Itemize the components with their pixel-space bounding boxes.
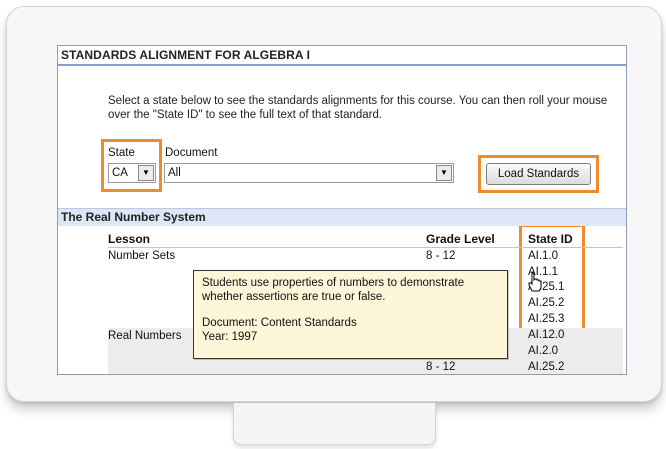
header-divider (108, 247, 623, 248)
document-select-value: All (168, 167, 181, 179)
section-header: The Real Number System (58, 208, 626, 226)
monitor-stand (233, 403, 436, 445)
tooltip-text-line: Students use properties of numbers to de… (202, 277, 465, 289)
lesson-cell[interactable]: Number Sets (108, 250, 175, 262)
state-id-link[interactable]: AI.1.0 (528, 250, 558, 262)
intro-text: Select a state below to see the standard… (108, 95, 608, 121)
grade-cell: 8 - 12 (426, 250, 456, 262)
standard-tooltip: Students use properties of numbers to de… (193, 270, 508, 359)
document-label: Document (165, 147, 218, 159)
stage: STANDARDS ALIGNMENT FOR ALGEBRA I Select… (0, 0, 666, 449)
lesson-cell[interactable]: Real Numbers (108, 330, 182, 342)
monitor-frame: STANDARDS ALIGNMENT FOR ALGEBRA I Select… (6, 6, 662, 402)
state-id-link[interactable]: AI.25.2 (528, 361, 564, 373)
state-id-header: State ID (528, 232, 573, 246)
state-id-link[interactable]: AI.12.0 (528, 329, 564, 341)
load-button-highlight (478, 155, 599, 193)
document-select[interactable]: All ▼ (164, 163, 454, 183)
grade-cell: 8 - 12 (426, 361, 456, 373)
screen: STANDARDS ALIGNMENT FOR ALGEBRA I Select… (57, 45, 627, 375)
lesson-header: Lesson (108, 232, 151, 246)
state-highlight (101, 139, 162, 192)
state-id-link[interactable]: AI.2.0 (528, 345, 558, 357)
grade-level-header: Grade Level (426, 232, 495, 246)
tooltip-year: Year: 1997 (202, 330, 258, 343)
hand-cursor-icon (528, 272, 542, 292)
page-title: STANDARDS ALIGNMENT FOR ALGEBRA I (58, 46, 626, 66)
tooltip-document: Document: Content Standards (202, 317, 357, 329)
chevron-down-icon[interactable]: ▼ (436, 165, 452, 181)
state-id-link[interactable]: AI.25.3 (528, 313, 564, 325)
tooltip-text-line: whether assertions are true or false. (202, 290, 386, 303)
state-id-link[interactable]: AI.25.2 (528, 297, 564, 309)
